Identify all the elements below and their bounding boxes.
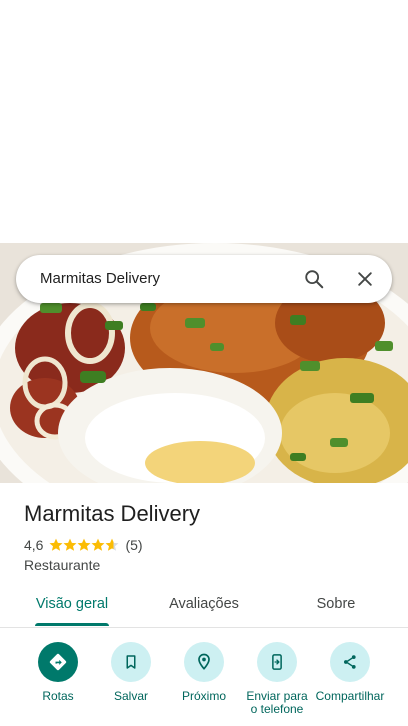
share-icon[interactable] bbox=[330, 642, 370, 682]
search-icon[interactable] bbox=[298, 263, 330, 295]
nearby-label: Próximo bbox=[181, 689, 226, 703]
save-button[interactable]: Salvar bbox=[91, 642, 171, 703]
place-title: Marmitas Delivery bbox=[24, 501, 201, 526]
search-query-text[interactable]: Marmitas Delivery bbox=[40, 255, 160, 303]
star-rating bbox=[49, 538, 119, 552]
rating-value: 4,6 bbox=[24, 537, 44, 553]
directions-button[interactable]: Rotas bbox=[18, 642, 98, 703]
directions-label: Rotas bbox=[42, 689, 74, 703]
bookmark-icon[interactable] bbox=[111, 642, 151, 682]
tab-about[interactable]: Sobre bbox=[310, 582, 362, 626]
tab-reviews[interactable]: Avaliações bbox=[164, 582, 244, 626]
action-bar: Rotas Salvar Próximo Enviar para o telef… bbox=[0, 634, 408, 726]
share-label: Compartilhar bbox=[315, 689, 385, 703]
send-to-phone-label: Enviar para o telefone bbox=[246, 689, 308, 716]
nearby-button[interactable]: Próximo bbox=[164, 642, 244, 703]
share-button[interactable]: Compartilhar bbox=[310, 642, 390, 703]
send-to-phone-icon[interactable] bbox=[257, 642, 297, 682]
place-category: Restaurante bbox=[24, 557, 101, 573]
directions-icon[interactable] bbox=[38, 642, 78, 682]
tab-overview[interactable]: Visão geral bbox=[35, 582, 109, 626]
rating-row[interactable]: 4,6 (5) bbox=[24, 535, 143, 555]
place-details-screen: Marmitas Delivery Marmitas Delivery 4,6 bbox=[0, 0, 408, 726]
send-to-phone-button[interactable]: Enviar para o telefone bbox=[237, 642, 317, 716]
active-tab-indicator bbox=[35, 623, 109, 626]
close-icon[interactable] bbox=[349, 263, 381, 295]
review-count[interactable]: (5) bbox=[125, 537, 142, 553]
tab-bar: Visão geral Avaliações Sobre bbox=[0, 582, 408, 628]
search-bar[interactable]: Marmitas Delivery bbox=[16, 255, 392, 303]
save-label: Salvar bbox=[113, 689, 148, 703]
star-rating-icon bbox=[49, 538, 119, 551]
map-area[interactable] bbox=[0, 0, 408, 243]
nearby-icon[interactable] bbox=[184, 642, 224, 682]
